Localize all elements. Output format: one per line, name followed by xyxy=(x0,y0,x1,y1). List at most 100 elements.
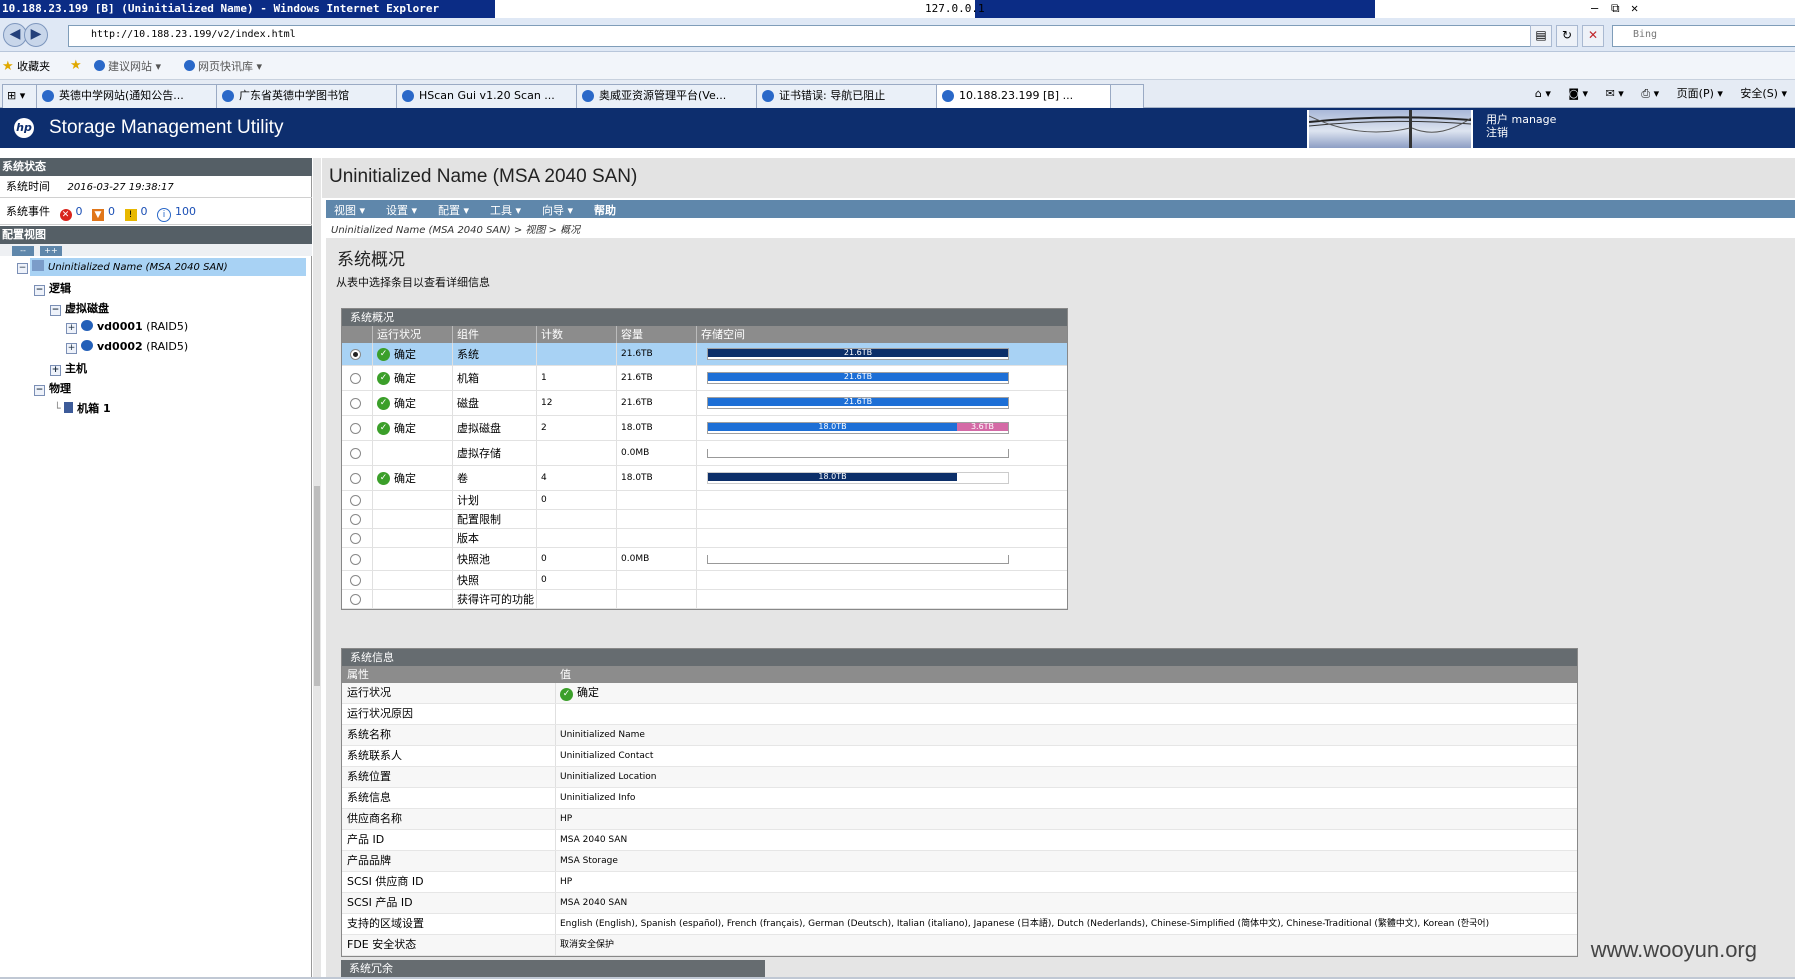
menu-config[interactable]: 配置 ▾ xyxy=(438,202,469,218)
restore-button[interactable]: ⧉ xyxy=(1611,1,1620,16)
row-radio[interactable] xyxy=(350,472,361,484)
tab-4[interactable]: 证书错误: 导航已阻止 xyxy=(756,84,958,108)
col-component[interactable]: 组件 xyxy=(452,326,536,343)
tree-enclosure[interactable]: └ 机箱 1 xyxy=(54,400,111,416)
col-storage[interactable]: 存储空间 xyxy=(696,326,1067,343)
row-radio[interactable] xyxy=(350,494,361,506)
tree-vdisks[interactable]: − 虚拟磁盘 xyxy=(50,300,109,316)
menu-tools[interactable]: 工具 ▾ xyxy=(490,202,521,218)
row-radio[interactable] xyxy=(350,574,361,586)
safety-menu[interactable]: 安全(S) ▾ xyxy=(1740,87,1787,100)
user-label: 用户 xyxy=(1486,113,1508,126)
tree-vd0001[interactable]: + vd0001 (RAID5) xyxy=(66,320,188,334)
col-count[interactable]: 计数 xyxy=(536,326,616,343)
menu-wizard[interactable]: 向导 ▾ xyxy=(542,202,573,218)
close-window-button[interactable]: ✕ xyxy=(1631,1,1638,15)
tab-2[interactable]: HScan Gui v1.20 Scan ... xyxy=(396,84,598,108)
row-radio[interactable] xyxy=(350,348,361,360)
row-health: 确定 xyxy=(394,397,416,410)
overview-row[interactable]: ✓ 确定 虚拟磁盘 2 18.0TB 18.0TB 3.6TB xyxy=(342,416,1067,441)
url-input[interactable]: http://10.188.23.199/v2/index.html xyxy=(68,25,1548,47)
tree-vd0002[interactable]: + vd0002 (RAID5) xyxy=(66,340,188,354)
minimize-button[interactable]: – xyxy=(1591,1,1598,15)
system-events-row[interactable]: 系统事件 ✕ 0 ▼ 0 ! 0 i 100 xyxy=(0,199,312,225)
tab-0[interactable]: 英德中学网站(通知公告... xyxy=(36,84,238,108)
ok-check-icon: ✓ xyxy=(560,688,573,701)
row-radio[interactable] xyxy=(350,372,361,384)
fav-web-slices[interactable]: 网页快讯库 ▾ xyxy=(184,58,262,74)
overview-row[interactable]: 获得许可的功能 xyxy=(342,590,1067,609)
feeds-icon[interactable]: ◙ ▾ xyxy=(1568,87,1588,100)
vdisk-icon xyxy=(81,340,93,351)
expand-all-button[interactable]: ++ xyxy=(40,246,62,256)
info-value: Uninitialized Info xyxy=(560,793,636,803)
print-icon[interactable]: ⎙ ▾ xyxy=(1641,87,1659,100)
row-radio[interactable] xyxy=(350,553,361,565)
forward-button[interactable]: ▶ xyxy=(24,23,48,47)
collapse-all-button[interactable]: -- xyxy=(12,246,34,256)
row-radio[interactable] xyxy=(350,513,361,525)
search-input[interactable]: Bing xyxy=(1612,25,1795,47)
menu-settings[interactable]: 设置 ▾ xyxy=(386,202,417,218)
logout-link[interactable]: 注销 xyxy=(1486,126,1556,139)
compat-view-icon[interactable]: ▤ xyxy=(1530,25,1552,47)
col-capacity[interactable]: 容量 xyxy=(616,326,696,343)
tab-5-active[interactable]: 10.188.23.199 [B] ...✕ xyxy=(936,84,1132,108)
info-count: 100 xyxy=(175,205,196,218)
tree-logical[interactable]: − 逻辑 xyxy=(34,280,71,296)
info-property: 系统位置 xyxy=(347,770,391,783)
new-tab-button[interactable] xyxy=(1110,84,1144,108)
tab-1[interactable]: 广东省英德中学图书馆 xyxy=(216,84,418,108)
info-property: 支持的区域设置 xyxy=(347,917,424,930)
overview-row[interactable]: ✓ 确定 机箱 1 21.6TB 21.6TB xyxy=(342,366,1067,391)
page-menu[interactable]: 页面(P) ▾ xyxy=(1677,87,1723,100)
row-radio[interactable] xyxy=(350,532,361,544)
row-storage-cell xyxy=(696,571,1067,589)
stop-icon[interactable]: ✕ xyxy=(1582,25,1604,47)
overview-row[interactable]: 快照池 0 0.0MB xyxy=(342,548,1067,571)
favorites-button[interactable]: ★ 收藏夹 xyxy=(2,58,50,74)
row-radio[interactable] xyxy=(350,447,361,459)
row-radio[interactable] xyxy=(350,593,361,605)
tree-physical[interactable]: − 物理 xyxy=(34,380,71,396)
header-bridge-image xyxy=(1307,110,1473,148)
add-favorite-icon[interactable]: ★ xyxy=(70,58,82,73)
left-panel: 系统状态 系统时间 2016-03-27 19:38:17 系统事件 ✕ 0 ▼ 0… xyxy=(0,158,312,979)
info-value: Uninitialized Contact xyxy=(560,751,654,761)
overview-row[interactable]: 配置限制 xyxy=(342,510,1067,529)
col-health[interactable]: 运行状况 xyxy=(372,326,452,343)
critical-icon: ✕ xyxy=(59,209,72,221)
menu-help[interactable]: 帮助 xyxy=(594,202,616,218)
storage-bar-segment: 21.6TB xyxy=(708,398,1008,406)
fav-suggested-sites[interactable]: 建议网站 ▾ xyxy=(94,58,161,74)
info-property: FDE 安全状态 xyxy=(347,938,417,951)
overview-row[interactable]: 虚拟存储 0.0MB xyxy=(342,441,1067,466)
row-capacity: 18.0TB xyxy=(621,423,653,433)
tree-hosts[interactable]: + 主机 xyxy=(50,360,87,376)
row-storage-cell xyxy=(696,491,1067,509)
tree-root[interactable]: − Uninitialized Name (MSA 2040 SAN) xyxy=(17,260,228,274)
overview-row[interactable]: 版本 xyxy=(342,529,1067,548)
row-storage-cell: 21.6TB xyxy=(696,366,1067,390)
menu-view[interactable]: 视图 ▾ xyxy=(334,202,365,218)
row-radio[interactable] xyxy=(350,422,361,434)
overview-row[interactable]: ✓ 确定 磁盘 12 21.6TB 21.6TB xyxy=(342,391,1067,416)
overview-row[interactable]: 计划 0 xyxy=(342,491,1067,510)
overview-row[interactable]: ✓ 确定 系统 21.6TB 21.6TB xyxy=(342,343,1067,366)
mail-icon[interactable]: ✉ ▾ xyxy=(1606,87,1624,100)
refresh-icon[interactable]: ↻ xyxy=(1556,25,1578,47)
info-row: 支持的区域设置 English (English), Spanish (españ… xyxy=(342,914,1577,935)
overview-row[interactable]: ✓ 确定 卷 4 18.0TB 18.0TB xyxy=(342,466,1067,491)
row-radio[interactable] xyxy=(350,397,361,409)
row-component: 磁盘 xyxy=(457,397,479,410)
overview-row[interactable]: 快照 0 xyxy=(342,571,1067,590)
system-time-label: 系统时间 xyxy=(6,180,50,193)
ok-check-icon: ✓ xyxy=(377,396,390,410)
ie-icon xyxy=(762,90,774,102)
tab-3[interactable]: 奥威亚资源管理平台(Ve... xyxy=(576,84,778,108)
splitter-grip[interactable] xyxy=(314,486,320,686)
quick-tabs-button[interactable]: ⊞ ▾ xyxy=(2,84,40,108)
row-storage-cell: 18.0TB xyxy=(696,466,1067,490)
info-header: 属性 值 xyxy=(342,666,1577,683)
home-icon[interactable]: ⌂ ▾ xyxy=(1535,87,1551,100)
